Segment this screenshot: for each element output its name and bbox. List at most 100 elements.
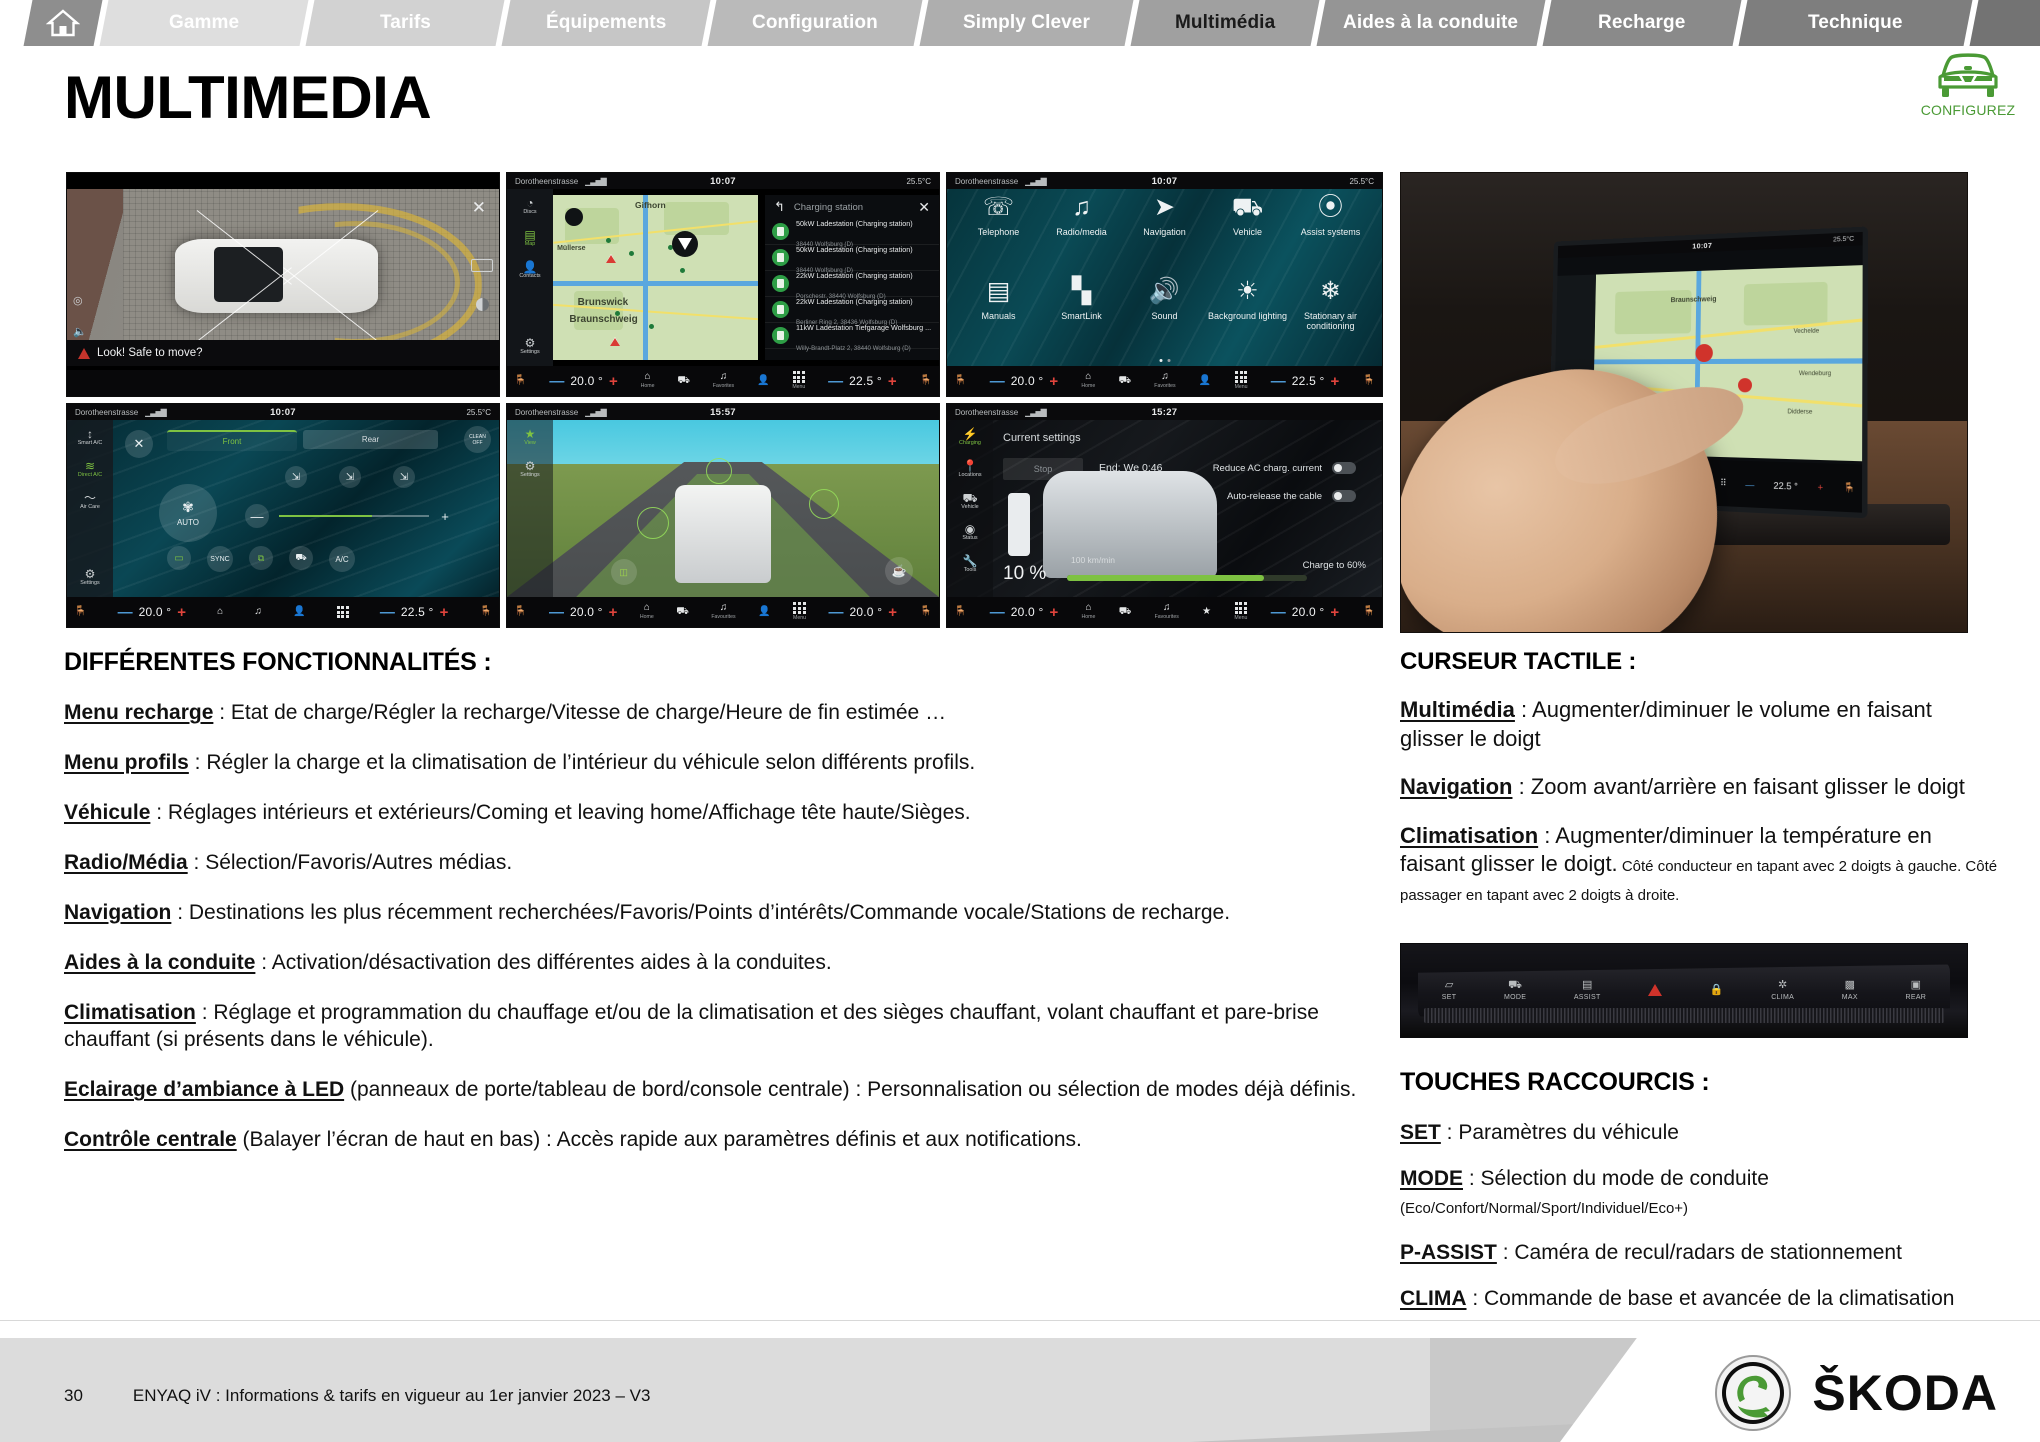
close-icon[interactable]: ✕ (125, 430, 153, 458)
temp-increase-left[interactable]: + (1049, 604, 1058, 621)
sidebar-item-tools[interactable]: 🔧 Tools (963, 555, 978, 574)
user-profile-button[interactable]: 👤 (1199, 376, 1211, 386)
close-icon[interactable]: ✕ (472, 199, 486, 216)
tab-rear[interactable]: Rear (303, 430, 438, 449)
vehicle-button[interactable]: ⛟ (676, 607, 689, 617)
temp-increase-right[interactable]: + (440, 604, 449, 621)
shortcut-key-assist[interactable]: ▤ ASSIST (1574, 979, 1601, 1001)
shortcut-key-rear[interactable]: ▣ REAR (1906, 979, 1927, 1001)
user-profile-button[interactable]: ★ (1202, 607, 1211, 617)
vehicle-button[interactable]: ⛟ (677, 376, 690, 386)
climate-sidebar[interactable]: ↕ Smart A/C ≋ Direct A/C 〜 Air Care ⚙ Settin… (67, 420, 113, 597)
temp-increase-right[interactable]: + (888, 604, 897, 621)
seat-heating-right-icon[interactable]: 🪑 (919, 376, 931, 386)
shortcut-key-set[interactable]: ▱ SET (1442, 979, 1457, 1001)
home-button[interactable]: ⌂ Home (641, 372, 655, 389)
vehicle-button[interactable]: ⛟ (1118, 376, 1131, 386)
fan-speed-slider[interactable] (279, 515, 429, 517)
app-radio-media[interactable]: ♫ Radio/media (1040, 195, 1123, 238)
nav-tab-multimedia[interactable]: Multimédia (1130, 0, 1320, 46)
infotainment-bottom-bar[interactable]: 🪑 — 20.0 ° + ⌂ Home ⛟ ♫ Favorites 👤 Menu —… (947, 366, 1382, 396)
seat-heating-left-icon[interactable]: 🪑 (514, 607, 526, 617)
infotainment-bottom-bar[interactable]: 🪑 — 20.0 ° + ⌂ Home ⛟ ♫ Favourites ★ Menu … (947, 597, 1382, 627)
screenshot-navigation-charging[interactable]: Dorotheenstrasse ▁▃▅▇ 10:07 25.5°C ◔ Disc… (506, 172, 940, 397)
app-smartlink[interactable]: ▚ SmartLink (1040, 278, 1123, 321)
app-assist-systems[interactable]: ⦿ Assist systems (1289, 195, 1372, 238)
vehicle-button[interactable]: ⛟ (1119, 607, 1132, 617)
sidebar-item-settings[interactable]: ⚙ Settings (520, 460, 539, 479)
temp-decrease-right[interactable]: — (1271, 604, 1286, 621)
sidebar-item-direct-ac[interactable]: ≋ Direct A/C (78, 460, 102, 479)
screenshot-assist-road-view[interactable]: ◫ ☕ Dorotheenstrasse ▁▃▅▇ 15:57 ★ View ⚙ S… (506, 403, 940, 628)
temp-decrease-left[interactable]: — (549, 604, 564, 621)
seat-heating-left-icon[interactable]: 🪑 (954, 376, 966, 386)
charging-station-row[interactable]: 11kW Ladestation Tiefgarage Wolfsburg ..… (765, 323, 939, 352)
nav-tab-gamme[interactable]: Gamme (99, 0, 309, 46)
menu-button[interactable]: Menu (1234, 602, 1247, 621)
sidebar-item-vehicle[interactable]: ⛟ Vehicle (961, 492, 978, 511)
user-profile-button[interactable]: 👤 (758, 607, 770, 617)
app-grid[interactable]: ☏ Telephone ♫ Radio/media ➤ Navigation ⛟ Veh… (957, 195, 1372, 362)
back-arrow-icon[interactable]: ↰ (774, 199, 785, 215)
sidebar-item-locations[interactable]: 📍 Locations (958, 460, 981, 479)
sync-button[interactable]: SYNC (207, 546, 233, 572)
app-sound[interactable]: 🔊 Sound (1123, 278, 1206, 321)
menu-button[interactable]: ⠿ (1720, 477, 1727, 489)
temp-decrease-right[interactable]: — (380, 604, 395, 621)
infotainment-bottom-bar[interactable]: 🪑 — 20.0 ° + ⌂ ♫ 👤 — 22.5 ° + 🪑 (67, 597, 499, 627)
favorites-button[interactable]: ♫ Favourites (1155, 603, 1179, 620)
home-button[interactable]: ⌂ (217, 607, 223, 617)
seat-heating-right-icon[interactable]: 🪑 (479, 607, 491, 617)
assist-sidebar[interactable]: ★ View ⚙ Settings (507, 420, 553, 597)
sidebar-item-air-care[interactable]: 〜 Air Care (80, 492, 100, 511)
tab-front[interactable]: Front (167, 430, 297, 451)
shortcut-key-mode[interactable]: ⛟ MODE (1504, 979, 1526, 1001)
user-profile-button[interactable]: 👤 (757, 376, 769, 386)
favorites-button[interactable]: ♫ (254, 607, 262, 617)
temp-increase-left[interactable]: + (609, 604, 618, 621)
nav-tab-equipements[interactable]: Équipements (501, 0, 711, 46)
camera-left-controls[interactable]: ◎ 🔈 (73, 294, 87, 338)
seat-heating-right-icon[interactable]: 🪑 (919, 607, 931, 617)
camera-side-controls[interactable] (471, 258, 493, 311)
nav-tab-technique[interactable]: Technique (1738, 0, 1973, 46)
sidebar-item-discs[interactable]: ◔ Discs (523, 197, 536, 216)
charging-station-panel[interactable]: ↰ Charging station ✕ 50kW Ladestation (C… (765, 195, 939, 360)
fan-auto-button[interactable]: ✾ AUTO (159, 484, 217, 542)
temp-decrease-left[interactable]: — (990, 604, 1005, 621)
nav-sidebar[interactable]: ◔ Discs ▤ Map 👤 Contacts ⚙ Settings (507, 189, 553, 366)
airflow-face-feet-button[interactable]: ⇲ (339, 466, 361, 488)
toggle-auto-release[interactable] (1332, 490, 1356, 502)
app-manuals[interactable]: ▤ Manuals (957, 278, 1040, 321)
infotainment-bottom-bar[interactable]: 🪑 — 20.0 ° + ⌂ Home ⛟ ♫ Favorites 👤 Menu —… (507, 366, 939, 396)
sidebar-item-smart-ac[interactable]: ↕ Smart A/C (78, 428, 103, 447)
seat-heating-left-icon[interactable]: 🪑 (954, 607, 966, 617)
windscreen-defrost-button[interactable]: ▭ (167, 546, 191, 570)
shortcut-key-lock[interactable]: 🔒 (1710, 984, 1724, 996)
screenshot-360-camera[interactable]: ✕ ◎ 🔈 Look! Safe to move? (66, 172, 500, 397)
temp-increase-left[interactable]: + (1049, 373, 1058, 390)
temp-decrease-right[interactable]: — (1271, 373, 1286, 390)
app-navigation[interactable]: ➤ Navigation (1123, 195, 1206, 238)
toggle-reduce-ac[interactable] (1332, 462, 1356, 474)
menu-button[interactable]: Menu (792, 371, 805, 390)
temp-increase-right[interactable]: + (1817, 481, 1823, 492)
airflow-face-button[interactable]: ⇲ (285, 466, 307, 488)
app-stationary-ac[interactable]: ❄ Stationary air conditioning (1289, 278, 1372, 332)
nav-tab-configuration[interactable]: Configuration (707, 0, 923, 46)
infotainment-bottom-bar[interactable]: 🪑 — 20.0 ° + ⌂ Home ⛟ ♫ Favourites 👤 Menu … (507, 597, 939, 627)
temp-increase-right[interactable]: + (888, 373, 897, 390)
temp-decrease-left[interactable]: — (118, 604, 133, 621)
temp-decrease-right[interactable]: — (1745, 479, 1754, 490)
fan-decrease-button[interactable]: — (245, 504, 269, 528)
app-vehicle[interactable]: ⛟ Vehicle (1206, 195, 1289, 238)
app-telephone[interactable]: ☏ Telephone (957, 195, 1040, 238)
seat-heating-button[interactable]: ⧉ (249, 546, 273, 570)
temp-increase-left[interactable]: + (609, 373, 618, 390)
nav-tab-recharge[interactable]: Recharge (1542, 0, 1742, 46)
seat-heating-left-icon[interactable]: 🪑 (514, 376, 526, 386)
home-button[interactable]: ⌂ Home (640, 603, 654, 620)
temp-decrease-right[interactable]: — (829, 604, 844, 621)
sidebar-item-view[interactable]: ★ View (524, 428, 536, 447)
menu-button[interactable]: Menu (1235, 371, 1248, 390)
